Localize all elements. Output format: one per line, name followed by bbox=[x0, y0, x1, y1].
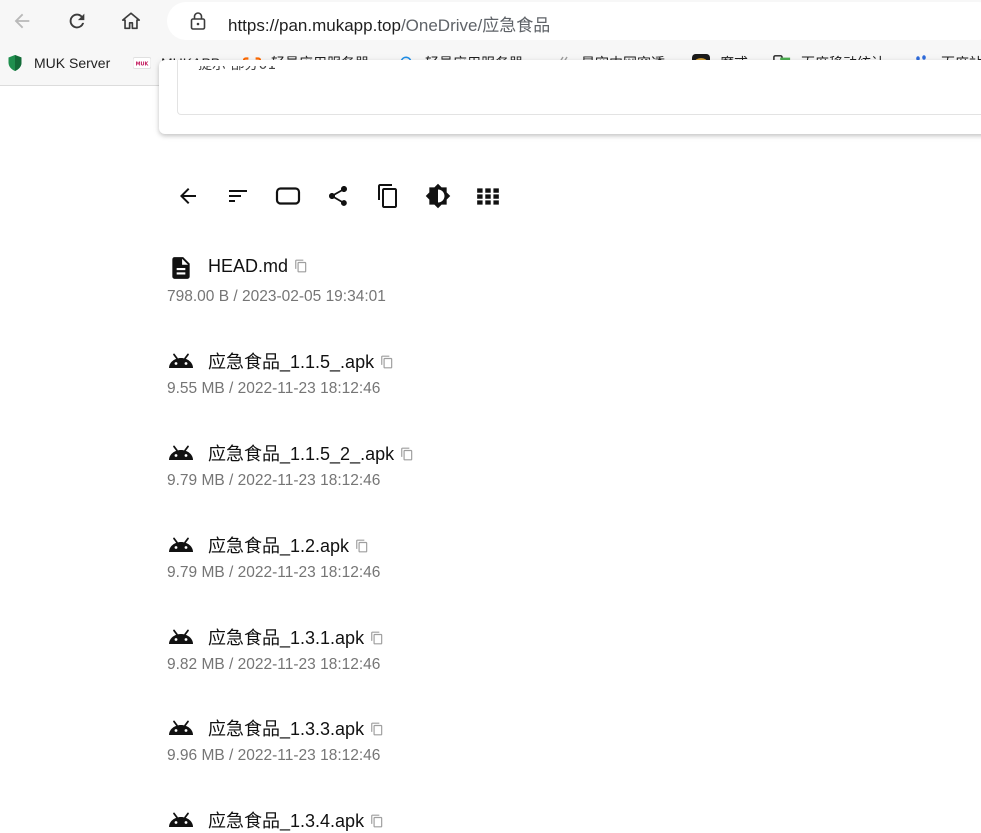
bookmark-label: MUK Server bbox=[34, 55, 111, 71]
readme-card-inner: 提示 部分01 bbox=[177, 60, 981, 115]
android-icon bbox=[167, 439, 195, 465]
file-item[interactable]: 应急食品_1.3.1.apk 9.82 MB / 2022-11-23 18:1… bbox=[167, 623, 567, 683]
share-icon bbox=[329, 186, 347, 206]
android-icon bbox=[167, 623, 195, 649]
copy-icon[interactable] bbox=[294, 258, 308, 274]
file-name[interactable]: HEAD.md bbox=[208, 256, 288, 276]
layout-icon bbox=[275, 187, 301, 205]
url-host: https://pan.mukapp.top bbox=[228, 16, 401, 35]
file-meta: 9.82 MB / 2022-11-23 18:12:46 bbox=[167, 656, 381, 673]
file-meta: 9.79 MB / 2022-11-23 18:12:46 bbox=[167, 472, 381, 489]
home-button[interactable] bbox=[114, 4, 148, 38]
android-icon bbox=[167, 347, 195, 373]
copy-icon[interactable] bbox=[400, 446, 414, 462]
file-name-line[interactable]: 应急食品_1.3.4.apk bbox=[208, 807, 384, 833]
grid-icon bbox=[477, 188, 499, 205]
file-name-line[interactable]: 应急食品_1.1.5_.apk bbox=[208, 348, 394, 374]
file-name-line[interactable]: 应急食品_1.1.5_2_.apk bbox=[208, 440, 414, 466]
back-arrow-icon bbox=[14, 13, 30, 29]
document-icon bbox=[167, 255, 195, 281]
svg-text:MUK: MUK bbox=[136, 62, 149, 68]
copy-icon[interactable] bbox=[370, 630, 384, 646]
android-icon bbox=[167, 531, 195, 557]
readme-card: 提示 部分01 bbox=[159, 60, 981, 134]
mukapp-icon: MUK bbox=[133, 54, 151, 72]
copy-icon[interactable] bbox=[355, 538, 369, 554]
file-item[interactable]: 应急食品_1.2.apk 9.79 MB / 2022-11-23 18:12:… bbox=[167, 531, 567, 591]
file-meta: 9.55 MB / 2022-11-23 18:12:46 bbox=[167, 380, 381, 397]
copy-link-button[interactable] bbox=[372, 180, 404, 212]
android-icon bbox=[167, 714, 195, 740]
file-meta: 9.79 MB / 2022-11-23 18:12:46 bbox=[167, 564, 381, 581]
file-name[interactable]: 应急食品_1.3.3.apk bbox=[208, 719, 364, 739]
file-meta: 798.00 B / 2023-02-05 19:34:01 bbox=[167, 288, 386, 305]
file-item[interactable]: 应急食品_1.1.5_.apk 9.55 MB / 2022-11-23 18:… bbox=[167, 347, 567, 407]
theme-icon bbox=[425, 183, 451, 209]
file-name[interactable]: 应急食品_1.1.5_.apk bbox=[208, 352, 374, 372]
browser-toolbar: https://pan.mukapp.top/OneDrive/应急食品 bbox=[0, 0, 981, 42]
sort-icon bbox=[229, 190, 247, 202]
grid-view-button[interactable] bbox=[472, 180, 504, 212]
back-button[interactable] bbox=[5, 4, 39, 38]
lock-icon[interactable] bbox=[189, 11, 207, 31]
url-path: /OneDrive/应急食品 bbox=[400, 16, 551, 35]
file-item[interactable]: 应急食品_1.3.3.apk 9.96 MB / 2022-11-23 18:1… bbox=[167, 714, 567, 774]
copy-icon[interactable] bbox=[370, 721, 384, 737]
back-tool-button[interactable] bbox=[172, 180, 204, 212]
sort-button[interactable] bbox=[222, 180, 254, 212]
address-url[interactable]: https://pan.mukapp.top/OneDrive/应急食品 bbox=[228, 11, 550, 36]
file-name[interactable]: 应急食品_1.3.4.apk bbox=[208, 811, 364, 831]
file-name[interactable]: 应急食品_1.1.5_2_.apk bbox=[208, 444, 394, 464]
android-icon bbox=[167, 806, 195, 832]
layout-button[interactable] bbox=[272, 180, 304, 212]
copy-icon bbox=[378, 184, 397, 208]
file-name-line[interactable]: 应急食品_1.3.3.apk bbox=[208, 715, 384, 741]
file-item[interactable]: HEAD.md 798.00 B / 2023-02-05 19:34:01 bbox=[167, 255, 567, 315]
share-button[interactable] bbox=[322, 180, 354, 212]
home-icon bbox=[121, 12, 141, 30]
reload-button[interactable] bbox=[60, 4, 94, 38]
theme-toggle-button[interactable] bbox=[422, 180, 454, 212]
file-name[interactable]: 应急食品_1.3.1.apk bbox=[208, 628, 364, 648]
back-arrow-icon bbox=[180, 188, 196, 204]
file-item[interactable]: 应急食品_1.1.5_2_.apk 9.79 MB / 2022-11-23 1… bbox=[167, 439, 567, 499]
copy-icon[interactable] bbox=[370, 813, 384, 829]
file-name-line[interactable]: HEAD.md bbox=[208, 256, 308, 277]
file-meta: 9.96 MB / 2022-11-23 18:12:46 bbox=[167, 747, 381, 764]
shield-icon bbox=[6, 54, 24, 72]
file-name-line[interactable]: 应急食品_1.3.1.apk bbox=[208, 624, 384, 650]
bookmark-muk-server[interactable]: MUK Server bbox=[6, 52, 110, 74]
address-bar[interactable]: https://pan.mukapp.top/OneDrive/应急食品 bbox=[167, 2, 981, 40]
reload-icon bbox=[69, 13, 85, 29]
copy-icon[interactable] bbox=[380, 354, 394, 370]
file-name[interactable]: 应急食品_1.2.apk bbox=[208, 536, 349, 556]
file-name-line[interactable]: 应急食品_1.2.apk bbox=[208, 532, 369, 558]
file-item[interactable]: 应急食品_1.3.4.apk bbox=[167, 806, 567, 833]
